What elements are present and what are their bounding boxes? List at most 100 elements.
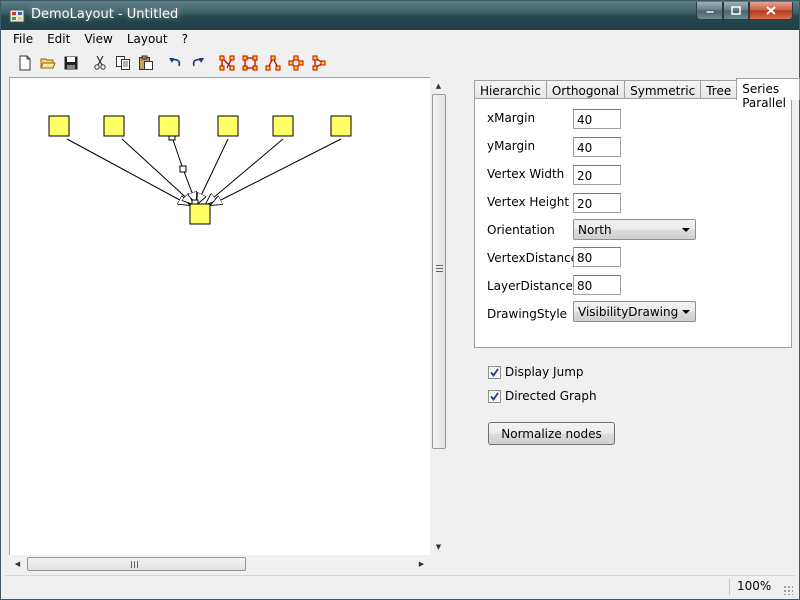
menu-layout[interactable]: Layout: [120, 30, 175, 49]
graph-edge[interactable]: [211, 138, 342, 205]
minimize-icon: [705, 10, 714, 13]
graph-node[interactable]: [189, 203, 211, 225]
status-bar: 100%: [5, 575, 795, 597]
scroll-down-icon[interactable]: ▼: [430, 538, 447, 555]
graph-node[interactable]: [217, 115, 239, 137]
graph-node[interactable]: [330, 115, 352, 137]
undo-icon: [168, 57, 180, 66]
vertical-scrollbar[interactable]: ▲ ▼: [430, 77, 447, 555]
checkmark-icon: [490, 391, 499, 401]
directed-graph-label: Directed Graph: [505, 389, 597, 403]
vertex-distance-input[interactable]: 80: [573, 247, 621, 267]
close-button[interactable]: [749, 2, 793, 20]
paste-button[interactable]: [134, 52, 157, 74]
minimize-button[interactable]: [696, 2, 723, 20]
undo-button[interactable]: [163, 52, 186, 74]
graph-node[interactable]: [48, 115, 70, 137]
caption-buttons: [696, 2, 793, 20]
vertex-distance-label: VertexDistance: [487, 251, 579, 265]
ymargin-input[interactable]: 40: [573, 137, 621, 157]
series-parallel-layout-icon: [312, 55, 325, 70]
ymargin-label: yMargin: [487, 139, 536, 153]
orthogonal-layout-button[interactable]: [238, 52, 261, 74]
open-button[interactable]: [36, 52, 59, 74]
new-button[interactable]: [13, 52, 36, 74]
symmetric-layout-icon: [288, 55, 303, 70]
tab-tree[interactable]: Tree: [700, 80, 738, 100]
cut-button[interactable]: [88, 52, 111, 74]
xmargin-input[interactable]: 40: [573, 109, 621, 129]
drawing-style-select[interactable]: VisibilityDrawing: [573, 301, 696, 322]
directed-graph-option[interactable]: Directed Graph: [488, 389, 597, 403]
title-bar[interactable]: DemoLayout - Untitled: [1, 1, 799, 30]
drawing-style-label: DrawingStyle: [487, 307, 568, 321]
series-parallel-settings-panel: xMargin 40 yMargin 40 Vertex Width 20 Ve…: [474, 98, 792, 348]
graph-canvas[interactable]: [9, 77, 430, 555]
menu-bar: File Edit View Layout ?: [5, 30, 795, 49]
directed-graph-checkbox[interactable]: [488, 389, 501, 403]
open-folder-icon: [39, 58, 56, 68]
display-jump-option[interactable]: Display Jump: [488, 365, 584, 379]
tab-orthogonal[interactable]: Orthogonal: [545, 80, 626, 100]
horizontal-scroll-thumb[interactable]: [27, 557, 246, 571]
orientation-select[interactable]: North: [573, 219, 696, 240]
graph-edge[interactable]: [66, 138, 189, 205]
vertex-height-label: Vertex Height: [487, 195, 570, 209]
layout-tabs: Hierarchic Orthogonal Symmetric Tree Ser…: [474, 78, 800, 110]
graph-edge[interactable]: [206, 138, 284, 204]
drawing-style-value: VisibilityDrawing: [578, 305, 679, 319]
horizontal-scrollbar[interactable]: ◀ ▶: [9, 555, 430, 572]
chevron-down-icon: [682, 310, 690, 314]
layer-distance-label: LayerDistance: [487, 279, 573, 293]
graph-node[interactable]: [272, 115, 294, 137]
maximize-icon: [731, 6, 741, 15]
maximize-button[interactable]: [723, 2, 749, 20]
redo-button[interactable]: [186, 52, 209, 74]
resize-grip-icon[interactable]: [783, 585, 793, 595]
menu-view[interactable]: View: [77, 30, 119, 49]
scroll-left-icon[interactable]: ◀: [9, 555, 26, 572]
orientation-value: North: [578, 223, 612, 237]
app-window: DemoLayout - Untitled File Edit View Lay…: [0, 0, 800, 600]
tree-layout-icon: [265, 55, 280, 70]
vertex-width-label: Vertex Width: [487, 167, 565, 181]
zoom-level: 100%: [737, 579, 772, 593]
normalize-nodes-button[interactable]: Normalize nodes: [488, 422, 615, 445]
layer-distance-input[interactable]: 80: [573, 275, 621, 295]
menu-help[interactable]: ?: [175, 30, 195, 49]
graph-edge[interactable]: [197, 138, 229, 204]
graph-drawing: [48, 115, 352, 225]
series-parallel-layout-button[interactable]: [307, 52, 330, 74]
graph-node[interactable]: [103, 115, 125, 137]
xmargin-label: xMargin: [487, 111, 536, 125]
tab-hierarchic[interactable]: Hierarchic: [474, 80, 547, 100]
window-title: DemoLayout - Untitled: [31, 7, 179, 22]
copy-button[interactable]: [111, 52, 134, 74]
vertical-scroll-thumb[interactable]: [432, 94, 446, 449]
scroll-right-icon[interactable]: ▶: [413, 555, 430, 572]
close-icon: [766, 6, 776, 15]
save-icon: [64, 56, 77, 69]
tree-layout-button[interactable]: [261, 52, 284, 74]
graph-node[interactable]: [158, 115, 180, 137]
tab-series-parallel[interactable]: Series Parallel: [736, 78, 800, 110]
display-jump-checkbox[interactable]: [488, 365, 501, 379]
menu-file[interactable]: File: [5, 30, 40, 49]
chevron-down-icon: [682, 228, 690, 232]
redo-icon: [192, 57, 204, 66]
save-button[interactable]: [59, 52, 82, 74]
hierarchic-layout-icon: [219, 55, 234, 70]
vertex-height-input[interactable]: 20: [573, 193, 621, 213]
cut-icon: [93, 55, 106, 70]
graph-bend-point[interactable]: [179, 165, 187, 173]
copy-icon: [115, 55, 130, 70]
paste-icon: [138, 55, 153, 70]
scroll-up-icon[interactable]: ▲: [430, 77, 447, 94]
vertex-width-input[interactable]: 20: [573, 165, 621, 185]
tab-symmetric[interactable]: Symmetric: [624, 80, 702, 100]
symmetric-layout-button[interactable]: [284, 52, 307, 74]
orientation-label: Orientation: [487, 223, 555, 237]
hierarchic-layout-button[interactable]: [215, 52, 238, 74]
menu-edit[interactable]: Edit: [40, 30, 77, 49]
new-file-icon: [19, 55, 30, 70]
